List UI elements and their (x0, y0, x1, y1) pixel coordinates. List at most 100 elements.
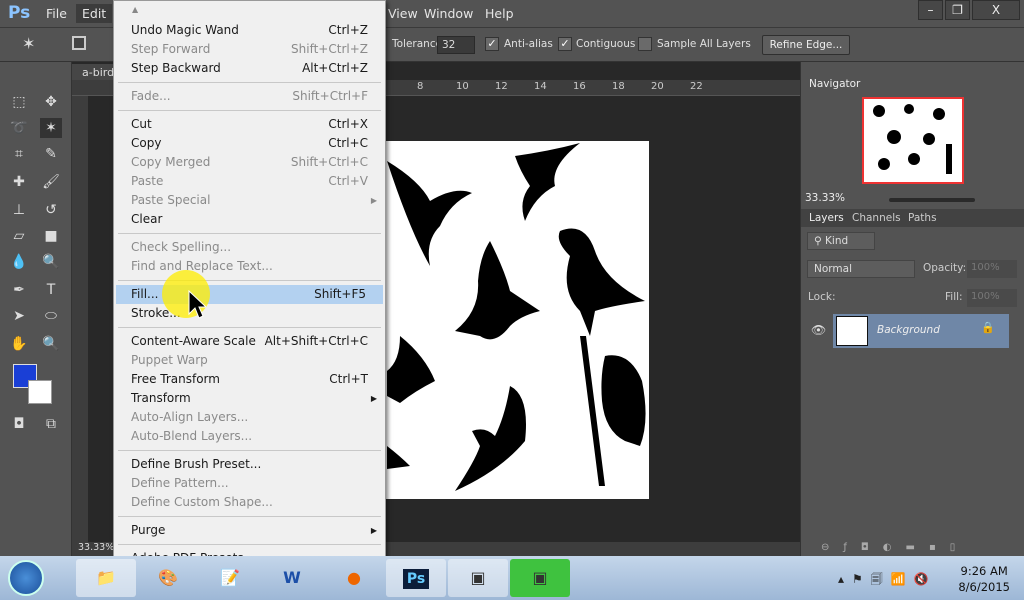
layer-name: Background (877, 324, 940, 336)
layer-footer-icons[interactable]: ⊖ƒ◘◐▬▪▯ (801, 542, 1024, 556)
lock-icon: 🔒 (981, 321, 995, 334)
crop-tool-icon[interactable]: ⌗ (8, 144, 30, 164)
menu-item-fill[interactable]: Fill... Shift+F5 (116, 285, 383, 304)
eyedropper-tool-icon[interactable]: ✎ (40, 144, 62, 164)
scroll-up-arrow-icon[interactable]: ▲ (132, 5, 138, 14)
menu-item-define-pattern[interactable]: Define Pattern... (114, 474, 385, 493)
tolerance-input[interactable]: 32 (437, 36, 475, 54)
sample-all-layers-checkbox[interactable] (638, 37, 652, 51)
blend-mode-select[interactable]: Normal (807, 260, 915, 278)
path-select-icon[interactable]: ➤ (8, 306, 30, 326)
menu-item-paste[interactable]: Paste Ctrl+V (114, 172, 385, 191)
menu-help[interactable]: Help (485, 6, 514, 21)
taskbar-firefox[interactable]: ● (324, 559, 384, 597)
screen-mode-icon[interactable]: ⧉ (40, 414, 62, 434)
menu-item-shortcut: Ctrl+V (328, 174, 368, 188)
history-brush-icon[interactable]: ↺ (40, 200, 62, 220)
menu-item-label: Content-Aware Scale (131, 334, 256, 348)
menu-item-cut[interactable]: Cut Ctrl+X (114, 115, 385, 134)
menu-item-find-and-replace-text[interactable]: Find and Replace Text... (114, 257, 385, 276)
navigator-zoom[interactable]: 33.33% (805, 192, 845, 204)
layers-tabbar: Layers Channels Paths (801, 209, 1024, 227)
taskbar-paint[interactable]: 🎨 (138, 559, 198, 597)
menu-item-copy-merged[interactable]: Copy Merged Shift+Ctrl+C (114, 153, 385, 172)
blur-tool-icon[interactable]: 💧 (8, 252, 30, 272)
new-selection-icon[interactable] (72, 36, 86, 50)
gradient-tool-icon[interactable]: ■ (40, 226, 62, 246)
taskbar-explorer[interactable]: 📁 (76, 559, 136, 597)
menu-item-free-transform[interactable]: Free Transform Ctrl+T (114, 370, 385, 389)
menu-item-label: Paste Special (131, 193, 211, 207)
move-tool-icon[interactable]: ✥ (40, 92, 62, 112)
menu-item-paste-special[interactable]: Paste Special ▶ (114, 191, 385, 210)
ruler-tick: 8 (417, 81, 424, 92)
menu-item-undo-magic-wand[interactable]: Undo Magic Wand Ctrl+Z (114, 21, 385, 40)
start-button[interactable] (8, 560, 44, 596)
menu-item-auto-blend-layers[interactable]: Auto-Blend Layers... (114, 427, 385, 446)
sample-all-layers-label: Sample All Layers (657, 38, 751, 50)
taskbar-app1[interactable]: ▣ (448, 559, 508, 597)
layer-row-background[interactable]: Background 🔒 (833, 314, 1009, 348)
taskbar-app2[interactable]: ▣ (510, 559, 570, 597)
taskbar-photoshop[interactable]: Ps (386, 559, 446, 597)
taskbar-notepad[interactable]: 📝 (200, 559, 260, 597)
hand-tool-icon[interactable]: ✋ (8, 334, 30, 354)
menu-item-stroke[interactable]: Stroke... (114, 304, 385, 323)
menu-item-define-custom-shape[interactable]: Define Custom Shape... (114, 493, 385, 512)
tab-paths[interactable]: Paths (908, 212, 937, 224)
layer-thumbnail (836, 316, 868, 346)
menu-view[interactable]: View (388, 6, 418, 21)
magic-wand-tool-icon[interactable]: ✶ (40, 118, 62, 138)
clock[interactable]: 9:26 AM 8/6/2015 (958, 563, 1010, 595)
opacity-input[interactable]: 100% (967, 260, 1017, 278)
quick-mask-icon[interactable]: ◘ (8, 414, 30, 434)
visibility-eye-icon[interactable]: 👁 (811, 323, 826, 337)
refine-edge-button[interactable]: Refine Edge... (762, 35, 850, 55)
close-button[interactable]: X (972, 0, 1020, 20)
menu-item-shortcut: Alt+Ctrl+Z (302, 61, 368, 75)
fill-input[interactable]: 100% (967, 289, 1017, 307)
menu-item-content-aware-scale[interactable]: Content-Aware Scale Alt+Shift+Ctrl+C (114, 332, 385, 351)
navigator-thumbnail[interactable] (862, 97, 964, 184)
menu-item-auto-align-layers[interactable]: Auto-Align Layers... (114, 408, 385, 427)
eraser-tool-icon[interactable]: ▱ (8, 226, 30, 246)
ruler-tick: 18 (612, 81, 625, 92)
menu-item-define-brush-preset[interactable]: Define Brush Preset... (114, 455, 385, 474)
menu-item-transform[interactable]: Transform ▶ (114, 389, 385, 408)
menu-item-copy[interactable]: Copy Ctrl+C (114, 134, 385, 153)
menu-item-puppet-warp[interactable]: Puppet Warp (114, 351, 385, 370)
system-tray-icons[interactable]: ▴⚑🗐📶🔇 (838, 570, 937, 591)
menu-item-purge[interactable]: Purge ▶ (114, 521, 385, 540)
type-tool-icon[interactable]: T (40, 280, 62, 300)
menu-window[interactable]: Window (424, 6, 473, 21)
stamp-tool-icon[interactable]: ⊥ (8, 200, 30, 220)
menu-edit[interactable]: Edit (76, 4, 113, 23)
zoom-tool-icon[interactable]: 🔍 (40, 334, 62, 354)
menu-item-clear[interactable]: Clear (114, 210, 385, 229)
menu-item-fade[interactable]: Fade... Shift+Ctrl+F (114, 87, 385, 106)
anti-alias-checkbox[interactable]: ✓ (485, 37, 499, 51)
healing-tool-icon[interactable]: ✚ (8, 172, 30, 192)
menu-item-check-spelling[interactable]: Check Spelling... (114, 238, 385, 257)
tab-layers[interactable]: Layers (809, 212, 844, 224)
ellipse-tool-icon[interactable]: ⬭ (40, 306, 62, 326)
brush-tool-icon[interactable]: 🖌 (40, 172, 62, 192)
dodge-tool-icon[interactable]: 🔍 (40, 252, 62, 272)
magic-wand-icon[interactable]: ✶ (22, 34, 35, 53)
menu-item-step-backward[interactable]: Step Backward Alt+Ctrl+Z (114, 59, 385, 78)
navigator-tab[interactable]: Navigator (809, 78, 860, 90)
minimize-button[interactable]: – (918, 0, 943, 20)
filter-kind-label: Kind (825, 235, 849, 247)
navigator-zoom-slider[interactable] (889, 198, 975, 202)
restore-button[interactable]: ❐ (945, 0, 970, 20)
tab-channels[interactable]: Channels (852, 212, 901, 224)
pen-tool-icon[interactable]: ✒ (8, 280, 30, 300)
filter-kind-select[interactable]: ⚲ Kind (807, 232, 875, 250)
menu-file[interactable]: File (46, 6, 67, 21)
background-color-swatch[interactable] (28, 380, 52, 404)
taskbar-word[interactable]: W (262, 559, 322, 597)
contiguous-checkbox[interactable]: ✓ (558, 37, 572, 51)
lasso-tool-icon[interactable]: ➰ (8, 118, 30, 138)
menu-item-step-forward[interactable]: Step Forward Shift+Ctrl+Z (114, 40, 385, 59)
marquee-tool-icon[interactable]: ⬚ (8, 92, 30, 112)
